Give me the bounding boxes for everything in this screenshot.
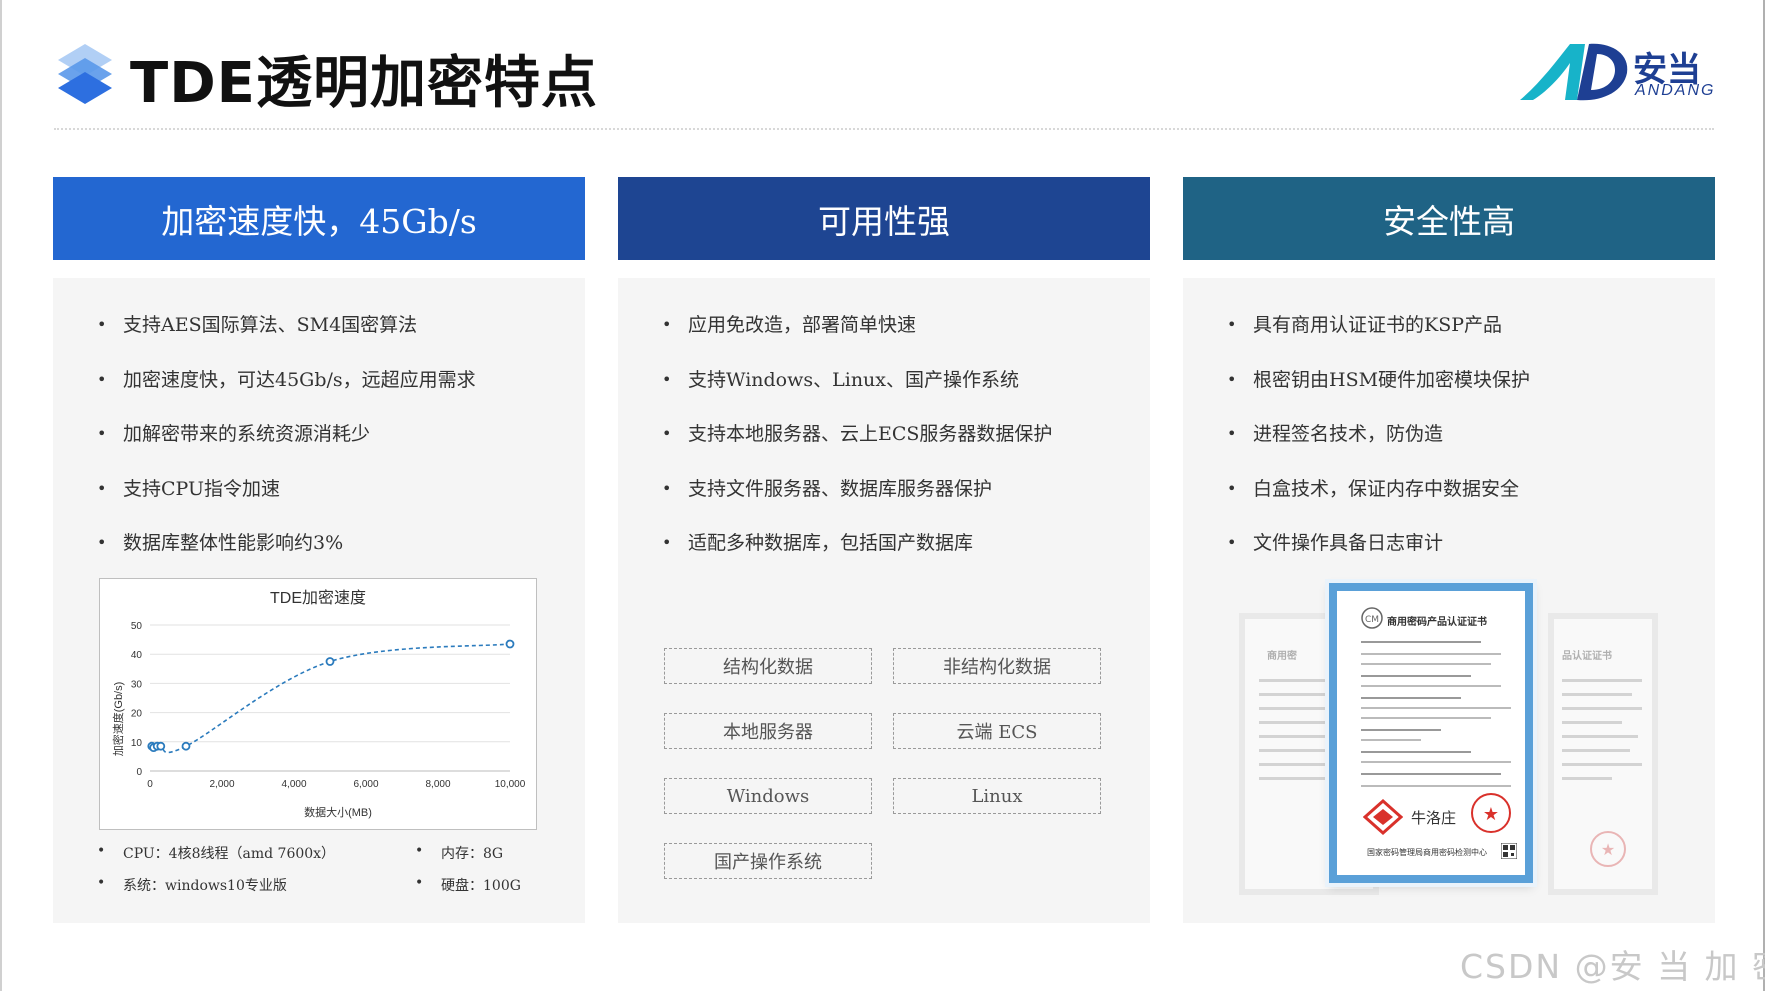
- list-item: 数据库整体性能影响约3%: [97, 516, 476, 571]
- y-axis-label: 加密速度(Gb/s): [111, 682, 125, 757]
- svg-text:CM: CM: [1365, 615, 1379, 625]
- list-item: 白盒技术，保证内存中数据安全: [1227, 462, 1530, 517]
- svg-text:★: ★: [1601, 840, 1615, 859]
- official-seal-icon: ★: [1471, 793, 1511, 833]
- list-item: 适配多种数据库，包括国产数据库: [662, 516, 1052, 571]
- data-point: [505, 639, 515, 649]
- bullet-list: 具有商用认证证书的KSP产品 根密钥由HSM硬件加密模块保护 进程签名技术，防伪…: [1227, 298, 1530, 571]
- speed-chart: TDE加密速度 0 10 20 30 40 50 0 2,000 4,000 6,000 8,000…: [99, 578, 537, 830]
- cm-logo-icon: CM: [1361, 607, 1383, 629]
- tag-unstructured-data: 非结构化数据: [893, 648, 1101, 684]
- x-tick-label: 4,000: [281, 779, 306, 790]
- brand-name-en: ANDANG: [1635, 82, 1716, 99]
- tag-linux: Linux: [893, 778, 1101, 814]
- data-point: [156, 741, 166, 751]
- x-tick-label: 2,000: [209, 779, 234, 790]
- bullet-list: 支持AES国际算法、SM4国密算法 加密速度快，可达45Gb/s，远超应用需求 …: [97, 298, 476, 571]
- qr-code-icon: [1501, 843, 1517, 859]
- y-tick-label: 30: [131, 679, 143, 690]
- column-body-security: 具有商用认证证书的KSP产品 根密钥由HSM硬件加密模块保护 进程签名技术，防伪…: [1183, 278, 1715, 923]
- list-item: 支持AES国际算法、SM4国密算法: [97, 298, 476, 353]
- certificate-title: 商用密码产品认证证书: [1387, 617, 1487, 628]
- list-item: 进程签名技术，防伪造: [1227, 407, 1530, 462]
- header-divider: [54, 128, 1714, 130]
- x-tick-label: 10,000: [495, 779, 526, 790]
- list-item: 支持Windows、Linux、国产操作系统: [662, 353, 1052, 408]
- page-title: TDE透明加密特点: [130, 51, 598, 116]
- seal-icon: ★: [1590, 831, 1626, 867]
- list-item: 支持CPU指令加速: [97, 462, 476, 517]
- chart-title: TDE加密速度: [270, 589, 366, 607]
- tag-windows: Windows: [664, 778, 872, 814]
- column-heading-security: 安全性高: [1183, 177, 1715, 260]
- speed-chart-svg: TDE加密速度 0 10 20 30 40 50 0 2,000 4,000 6,000 8,000…: [111, 589, 526, 819]
- column-body-speed: 支持AES国际算法、SM4国密算法 加密速度快，可达45Gb/s，远超应用需求 …: [53, 278, 585, 923]
- certification-mark-icon: [1363, 799, 1403, 835]
- signature-image: 牛洛庄: [1411, 809, 1457, 827]
- y-tick-label: 40: [131, 650, 143, 661]
- x-tick-label: 0: [147, 779, 153, 790]
- certificate-side-title: 商用密: [1267, 651, 1297, 662]
- spec-disk: 硬盘：100G: [415, 875, 521, 895]
- list-item: 根密钥由HSM硬件加密模块保护: [1227, 353, 1530, 408]
- spec-memory: 内存：8G: [415, 843, 503, 863]
- data-point: [325, 657, 335, 666]
- column-heading-usability: 可用性强: [618, 177, 1150, 260]
- list-item: 加密速度快，可达45Gb/s，远超应用需求: [97, 353, 476, 408]
- certificate-image: CM 商用密码产品认证证书 牛洛庄 ★ 国家密码管理局商用密码检测中心: [1329, 583, 1533, 883]
- left-border: [0, 0, 2, 991]
- certificate-side-title: 品认证证书: [1562, 651, 1612, 662]
- certificate-issuer: 国家密码管理局商用密码检测中心: [1367, 848, 1487, 857]
- list-item: 加解密带来的系统资源消耗少: [97, 407, 476, 462]
- tag-local-server: 本地服务器: [664, 713, 872, 749]
- tag-cloud-ecs: 云端 ECS: [893, 713, 1101, 749]
- y-tick-label: 10: [131, 738, 143, 749]
- x-axis-label: 数据大小(MB): [304, 805, 372, 819]
- bullet-list: 应用免改造，部署简单快速 支持Windows、Linux、国产操作系统 支持本地…: [662, 298, 1052, 571]
- spec-os: 系统：windows10专业版: [97, 875, 287, 895]
- y-tick-label: 20: [131, 709, 143, 720]
- list-item: 支持本地服务器、云上ECS服务器数据保护: [662, 407, 1052, 462]
- column-body-usability: 应用免改造，部署简单快速 支持Windows、Linux、国产操作系统 支持本地…: [618, 278, 1150, 923]
- y-tick-label: 0: [136, 767, 142, 778]
- tag-structured-data: 结构化数据: [664, 648, 872, 684]
- svg-text:★: ★: [1483, 804, 1499, 825]
- tag-domestic-os: 国产操作系统: [664, 843, 872, 879]
- x-tick-label: 6,000: [353, 779, 378, 790]
- layers-icon: [58, 44, 112, 104]
- spec-cpu: CPU：4核8线程（amd 7600x）: [97, 843, 335, 863]
- list-item: 具有商用认证证书的KSP产品: [1227, 298, 1530, 353]
- column-heading-speed: 加密速度快，45Gb/s: [53, 177, 585, 260]
- y-tick-label: 50: [131, 621, 143, 632]
- list-item: 文件操作具备日志审计: [1227, 516, 1530, 571]
- list-item: 支持文件服务器、数据库服务器保护: [662, 462, 1052, 517]
- x-tick-label: 8,000: [425, 779, 450, 790]
- list-item: 应用免改造，部署简单快速: [662, 298, 1052, 353]
- certificate-copy-right: 品认证证书 ★: [1548, 613, 1658, 895]
- slide: TDE透明加密特点 安当 ANDANG 加密速度快，45Gb/s 支持AES国际…: [0, 0, 1765, 991]
- data-point: [181, 741, 191, 751]
- watermark: CSDN @安 当 加 密: [1460, 947, 1765, 986]
